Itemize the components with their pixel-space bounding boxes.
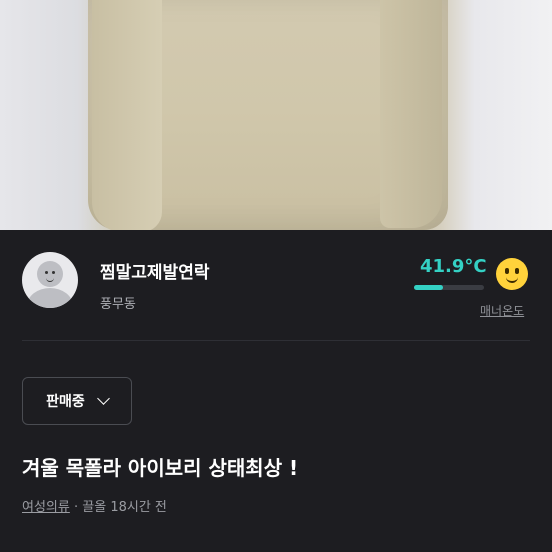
avatar-icon[interactable] [22,252,78,308]
sale-status-dropdown[interactable]: 판매중 [22,377,132,425]
manner-temperature-fill [414,285,444,290]
product-title: 겨울 목폴라 아이보리 상태최상 ! [22,456,299,480]
sale-status-label: 판매중 [46,394,85,410]
seller-nickname[interactable]: 찜말고제발연락 [100,258,209,283]
product-meta: 여성의류 · 끌올 18시간 전 [22,496,167,515]
manner-temperature-label[interactable]: 매너온도 [480,302,524,319]
bump-time: 끌올 18시간 전 [82,500,167,515]
meta-separator: · [73,500,79,515]
chevron-down-icon [96,392,110,405]
sweater-right-sleeve [380,0,442,228]
sweater-left-sleeve [92,0,162,230]
product-photo[interactable] [0,0,552,230]
smiley-face-icon [496,258,528,290]
seller-profile[interactable]: 찜말고제발연락 풍무동 41.9°C 매너온도 [0,230,552,340]
manner-temperature: 41.9°C [420,256,487,277]
manner-temperature-bar [414,285,484,290]
category-link[interactable]: 여성의류 [22,500,70,515]
divider [22,340,530,341]
seller-location: 풍무동 [100,297,136,312]
